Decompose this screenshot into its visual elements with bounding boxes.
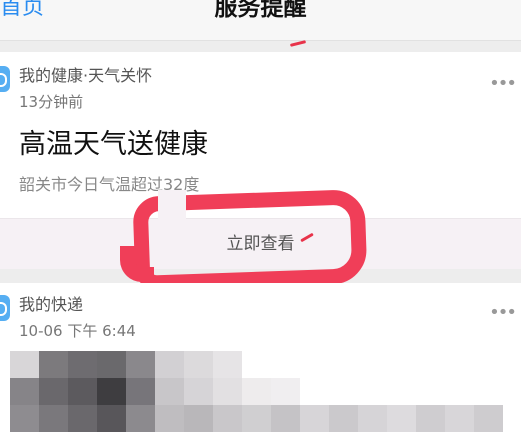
mosaic-tile [97,351,126,378]
mosaic-tile [155,351,184,378]
annotation-gap [158,190,186,224]
mosaic-tile [68,405,97,432]
mosaic-tile [416,405,445,432]
mosaic-tile [126,405,155,432]
mosaic-tile [474,405,503,432]
mosaic-tile [184,378,213,405]
mosaic-tile [39,378,68,405]
mosaic-tile [126,378,155,405]
mosaic-tile [329,405,358,432]
mosaic-tile [300,405,329,432]
mosaic-tile [97,378,126,405]
notification-source: 我的健康·天气关怀 [19,66,153,85]
notification-time: 13分钟前 [19,93,84,111]
mosaic-tile [10,351,39,378]
mosaic-tile [271,405,300,432]
mosaic-tile [184,405,213,432]
annotation-stroke [289,40,307,47]
mosaic-tile [39,351,68,378]
mosaic-tile [39,405,68,432]
mosaic-tile [10,378,39,405]
navigation-bar: 首页 服务提醒 [0,0,521,41]
mosaic-tile [387,405,416,432]
notification-source: 我的快递 [19,295,84,314]
view-now-button[interactable]: 立即查看 [0,218,521,269]
notification-time: 10-06 下午 6:44 [19,322,136,340]
mosaic-tile [271,378,300,405]
more-dots-icon[interactable]: ••• [489,304,517,322]
mosaic-tile [213,378,242,405]
more-dots-icon[interactable]: ••• [489,75,517,93]
pixelated-content [10,351,521,432]
mosaic-tile [97,405,126,432]
mosaic-tile [445,405,474,432]
mosaic-tile [242,405,271,432]
express-app-icon [0,295,10,321]
mosaic-tile [126,351,155,378]
mosaic-tile [155,378,184,405]
notification-card-health[interactable]: 我的健康·天气关怀 13分钟前 ••• 高温天气送健康 韶关市今日气温超过32度… [0,52,521,269]
notification-card-express[interactable]: 我的快递 10-06 下午 6:44 ••• [0,283,521,432]
health-app-icon [0,66,10,92]
view-now-label: 立即查看 [226,234,295,254]
mosaic-tile [358,405,387,432]
mosaic-tile [213,405,242,432]
mosaic-tile [10,405,39,432]
notification-headline: 高温天气送健康 [19,129,208,160]
mosaic-tile [68,378,97,405]
mosaic-tile [242,378,271,405]
mosaic-tile [213,351,242,378]
mosaic-tile [68,351,97,378]
mosaic-tile [155,405,184,432]
mosaic-tile [184,351,213,378]
page-title: 服务提醒 [214,0,307,21]
